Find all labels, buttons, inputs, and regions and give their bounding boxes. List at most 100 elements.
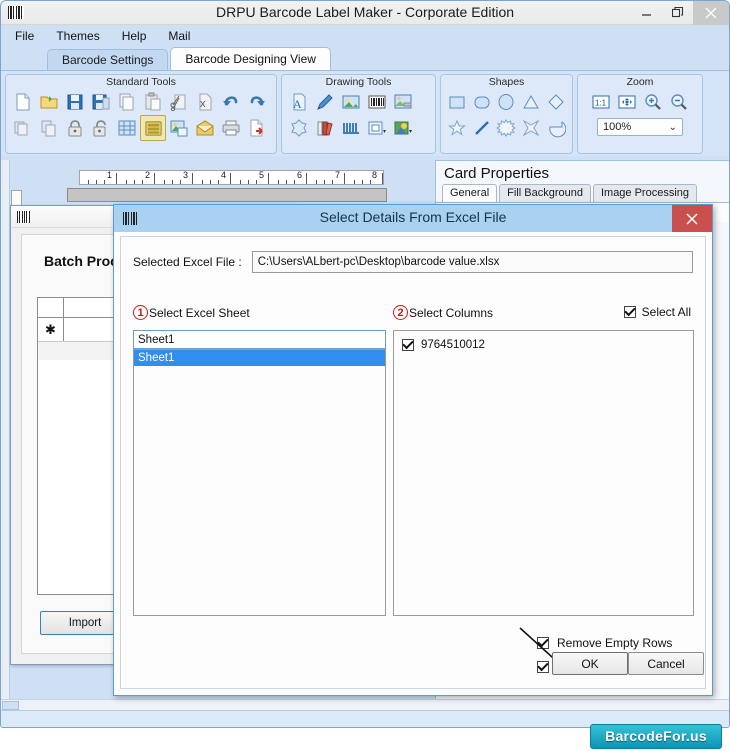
library-icon[interactable] — [312, 115, 338, 141]
row-new-marker: ✱ — [38, 318, 64, 341]
rounded-rect-icon[interactable] — [470, 89, 495, 115]
ellipse-icon[interactable] — [494, 89, 519, 115]
clone-icon[interactable] — [36, 115, 62, 141]
standard-tools-row-2 — [6, 115, 276, 141]
drawing-tools-row-1: A — [282, 89, 435, 115]
select-all-checkbox-box[interactable] — [623, 306, 636, 318]
ok-button[interactable]: OK — [552, 652, 628, 675]
column-label: 9764510012 — [421, 339, 485, 351]
ribbon-group-drawing-tools: Drawing Tools A — [281, 74, 436, 154]
open-folder-icon[interactable] — [36, 89, 62, 115]
svg-text:x: x — [200, 98, 206, 110]
line-icon[interactable] — [470, 115, 495, 141]
dialog-titlebar: Select Details From Excel File — [114, 205, 712, 232]
pie-icon[interactable] — [543, 115, 568, 141]
menu-item-themes[interactable]: Themes — [56, 29, 99, 43]
watermark-icon[interactable] — [390, 89, 416, 115]
excel-sheet-listbox[interactable]: Sheet1 — [133, 349, 386, 616]
actual-size-icon[interactable]: 1:1 — [588, 89, 614, 115]
cross-star-icon[interactable] — [519, 115, 544, 141]
image-card-icon[interactable] — [166, 115, 192, 141]
export-icon[interactable] — [244, 115, 270, 141]
columns-listbox[interactable]: 9764510012 — [393, 330, 694, 616]
step-2-marker: 2 — [393, 305, 408, 320]
menu-item-file[interactable]: File — [15, 29, 34, 43]
ribbon-group-shapes: Shapes — [440, 74, 573, 154]
pencil-icon[interactable] — [312, 89, 338, 115]
left-scroll-strip[interactable] — [1, 160, 10, 710]
picture-icon[interactable] — [338, 89, 364, 115]
zoom-in-icon[interactable] — [640, 89, 666, 115]
frame-icon[interactable] — [364, 115, 390, 141]
lock-icon[interactable] — [62, 115, 88, 141]
batch-processing-icon[interactable] — [140, 115, 166, 141]
cancel-button[interactable]: Cancel — [628, 652, 704, 675]
dialog-body: Selected Excel File : C:\Users\ALbert-pc… — [120, 236, 706, 689]
screenshot-root: DRPU Barcode Label Maker - Corporate Edi… — [0, 0, 730, 751]
save-as-icon[interactable] — [88, 89, 114, 115]
sheet-name-input[interactable]: Sheet1 — [133, 330, 386, 349]
diamond-icon[interactable] — [543, 89, 568, 115]
tab-image-processing[interactable]: Image Processing — [592, 184, 698, 202]
selected-file-row: Selected Excel File : C:\Users\ALbert-pc… — [133, 251, 693, 273]
text-icon[interactable]: A — [286, 89, 312, 115]
fit-page-icon[interactable] — [614, 89, 640, 115]
grid-icon[interactable] — [114, 115, 140, 141]
menu-item-mail[interactable]: Mail — [168, 29, 190, 43]
minimize-button[interactable] — [631, 1, 662, 25]
mail-icon[interactable] — [192, 115, 218, 141]
chevron-down-icon: ⌄ — [668, 122, 677, 133]
menu-item-help[interactable]: Help — [122, 29, 147, 43]
ruler-mark-8: 8 — [372, 170, 378, 180]
ribbon-group-standard-tools: Standard Tools x — [5, 74, 277, 154]
drawing-tools-row-2 — [282, 115, 435, 141]
paste-icon[interactable] — [140, 89, 166, 115]
dialog-close-button[interactable] — [672, 205, 712, 232]
ribbon-toolbar: Standard Tools x Drawing Tools A Shapes … — [1, 70, 729, 156]
group-title-shapes: Shapes — [488, 76, 525, 88]
zoom-out-icon[interactable] — [666, 89, 692, 115]
restore-button[interactable] — [662, 1, 693, 25]
list-item[interactable]: Sheet1 — [134, 350, 385, 366]
list-item[interactable]: 9764510012 — [394, 336, 693, 354]
undo-icon[interactable] — [218, 89, 244, 115]
column-checkbox[interactable] — [402, 339, 414, 351]
tab-barcode-designing-view[interactable]: Barcode Designing View — [170, 47, 331, 70]
select-all-label: Select All — [641, 305, 691, 319]
select-columns-text: Select Columns — [409, 305, 494, 320]
print-icon[interactable] — [218, 115, 244, 141]
cut-icon[interactable] — [166, 89, 192, 115]
shapes-row-2 — [441, 115, 572, 141]
shape-icon[interactable] — [286, 115, 312, 141]
burst-icon[interactable] — [494, 115, 519, 141]
redo-icon[interactable] — [244, 89, 270, 115]
select-columns-label: 2 Select Columns — [393, 305, 493, 320]
horizontal-ruler: 1 2 3 4 5 6 7 8 — [79, 170, 384, 185]
horizontal-scrollbar[interactable] — [1, 699, 729, 710]
unlock-icon[interactable] — [88, 115, 114, 141]
save-icon[interactable] — [62, 89, 88, 115]
signature-icon[interactable] — [338, 115, 364, 141]
group-title-standard-tools: Standard Tools — [106, 76, 176, 88]
close-button[interactable] — [693, 1, 729, 25]
triangle-icon[interactable] — [519, 89, 544, 115]
selected-file-input[interactable]: C:\Users\ALbert-pc\Desktop\barcode value… — [251, 251, 693, 273]
barcode-icon[interactable] — [364, 89, 390, 115]
group-title-zoom: Zoom — [626, 76, 654, 88]
select-all-checkbox[interactable]: Select All — [623, 305, 691, 319]
ruler-mark-4: 4 — [221, 170, 227, 180]
tab-general[interactable]: General — [442, 184, 498, 202]
tab-barcode-settings[interactable]: Barcode Settings — [47, 49, 169, 70]
duplicate-icon[interactable] — [10, 115, 36, 141]
background-icon[interactable] — [390, 115, 416, 141]
tab-fill-background[interactable]: Fill Background — [499, 184, 591, 202]
zoom-level-select[interactable]: 100% ⌄ — [597, 118, 683, 136]
copy-icon[interactable] — [114, 89, 140, 115]
star-icon[interactable] — [445, 115, 470, 141]
new-document-icon[interactable] — [10, 89, 36, 115]
scrollbar-thumb[interactable] — [2, 701, 19, 710]
select-excel-sheet-label: 1 Select Excel Sheet — [133, 305, 250, 320]
svg-text:1:1: 1:1 — [595, 99, 607, 108]
delete-icon[interactable]: x — [192, 89, 218, 115]
rectangle-icon[interactable] — [445, 89, 470, 115]
